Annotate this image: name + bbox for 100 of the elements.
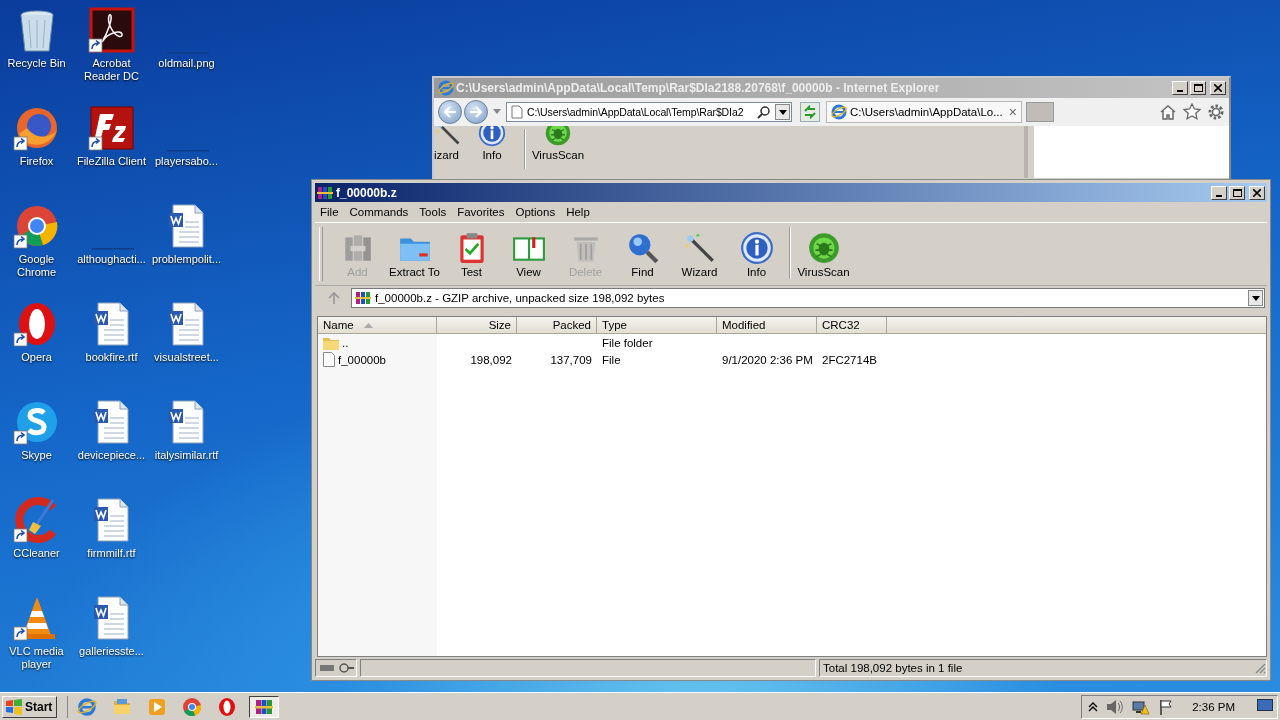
toolbar-button[interactable]: Test [443,223,500,285]
desktop-icon-label[interactable]: Google Chrome [0,253,74,279]
desktop-icon-label[interactable]: Acrobat Reader DC [74,57,149,83]
close-button[interactable] [1249,185,1265,200]
search-icon[interactable] [757,105,771,119]
window-title: C:\Users\admin\AppData\Local\Temp\Rar$DIa2188.20768\f_00000b - Internet Explorer [456,81,940,95]
caret-icon [778,109,787,115]
clock[interactable]: 2:36 PM [1192,700,1235,713]
column-header[interactable]: Size [437,317,517,334]
magic-wand-icon [434,126,462,147]
desktop-icon-label[interactable]: visualstreet... [149,351,224,364]
zigzag-app-icon[interactable] [87,104,136,152]
home-icon[interactable] [1159,103,1177,121]
info-icon [739,230,774,265]
table-cell: File folder [602,336,653,349]
table-cell: 137,709 [550,353,592,366]
toolbar-button[interactable]: Info [728,223,785,285]
archive-books-icon [355,290,371,306]
taskbar-button[interactable] [249,695,280,718]
toolbar-button[interactable]: Find [614,223,671,285]
caret-icon[interactable] [493,109,501,115]
desktop-icon-label[interactable]: Firefox [0,155,74,168]
toolbar-label: VirusScan [531,149,585,161]
column-header[interactable]: Modified [717,317,817,334]
desktop-icon-label[interactable]: devicepiece... [74,449,149,462]
minimize-button[interactable] [1172,81,1188,95]
star-icon[interactable] [1183,103,1201,121]
toolbar-button[interactable]: VirusScan [795,223,852,285]
resize-grip-icon[interactable] [1254,662,1266,674]
column-header[interactable]: Type [597,317,717,334]
table-cell[interactable]: f_00000b [338,353,386,366]
browser-tab[interactable]: C:\Users\admin\AppData\Lo... × [826,101,1022,123]
minimize-icon [1216,194,1222,197]
status-text: Total 198,092 bytes in 1 file [823,662,963,674]
four-pane-flag-icon [5,698,23,715]
toolbar-button[interactable]: Extract To [386,223,443,285]
forward-arrow-icon [469,106,483,118]
desktop-icon-label[interactable]: oldmail.png [149,57,224,70]
menu-item[interactable]: Options [510,206,562,218]
menu-item[interactable]: Tools [414,206,453,218]
toolbar-label: izard [434,149,459,161]
bug-icon [544,126,572,147]
dropdown-button[interactable] [1248,290,1263,306]
path-field[interactable]: f_00000b.z - GZIP archive, unpacked size 198,092 bytes [351,288,1265,308]
maximize-button[interactable] [1190,81,1206,95]
desktop-icon-label[interactable]: bookfire.rtf [74,351,149,364]
desktop-icon-label[interactable]: Skype [0,449,74,462]
archive-books-icon [317,184,333,201]
toolbar-button[interactable]: Wizard [671,223,728,285]
desktop-icon-label[interactable]: FileZilla Client [74,155,149,168]
close-tab-button[interactable]: × [1008,105,1017,119]
flag-icon[interactable] [1158,698,1175,715]
tab-label: C:\Users\admin\AppData\Lo... [850,106,1004,118]
ring-browser-icon [217,696,238,717]
bug-icon [806,230,841,265]
settings-icon[interactable] [1207,103,1225,121]
desktop-icon-label[interactable]: playersabo... [149,155,224,168]
start-button[interactable]: Start [2,695,58,718]
close-icon [1214,84,1222,92]
speaker-icon[interactable] [1106,698,1125,715]
screen-icon [1257,699,1273,711]
window-title: f_00000b.z [336,185,397,200]
desktop-icon-label[interactable]: italysimilar.rtf [149,449,224,462]
desktop-icon-label[interactable]: Recycle Bin [0,57,74,70]
desktop-icon-label[interactable]: galleriesste... [74,645,149,658]
back-button[interactable] [438,100,462,124]
column-header[interactable]: Name [318,317,437,334]
maximize-button[interactable] [1229,185,1245,200]
toolbar-label: Info [482,149,502,161]
network-warning-icon[interactable] [1132,698,1151,715]
menu-item[interactable]: Favorites [452,206,511,218]
column-header[interactable]: CRC32 [817,317,887,334]
column-header[interactable]: Packed [517,317,597,334]
desktop-icon-label[interactable]: CCleaner [0,547,74,560]
table-cell: 2FC2714B [822,353,877,366]
close-icon [1253,188,1261,197]
toolbar-button[interactable]: View [500,223,557,285]
desktop-icon-label[interactable]: VLC media player [0,645,74,671]
desktop-icon-label[interactable]: problempolit... [149,253,224,266]
menu-item[interactable]: Commands [344,206,415,218]
address-field[interactable]: C:\Users\admin\AppData\Local\Temp\Rar$DIa2 [506,102,792,122]
forward-button[interactable] [464,100,488,124]
desktop-icon-label[interactable]: firmmilf.rtf [74,547,149,560]
table-cell: File [602,353,621,366]
close-button[interactable] [1210,81,1226,95]
page-icon [511,105,523,119]
desktop-icon-label[interactable]: Opera [0,351,74,364]
chevron-up-icon[interactable] [1088,701,1099,712]
refresh-button[interactable] [800,102,820,122]
browser-e-icon [438,80,454,96]
menu-item[interactable]: File [315,206,345,218]
table-cell[interactable]: .. [342,336,349,349]
minimize-button[interactable] [1211,185,1227,200]
desktop-icon-label[interactable]: althoughacti... [74,253,149,266]
dropdown-button[interactable] [775,104,790,120]
browser-e-icon [831,104,847,120]
pdf-app-icon[interactable] [87,6,136,54]
browser-wheel-icon [182,696,203,717]
refresh-icon [803,105,817,119]
menu-item[interactable]: Help [561,206,596,218]
